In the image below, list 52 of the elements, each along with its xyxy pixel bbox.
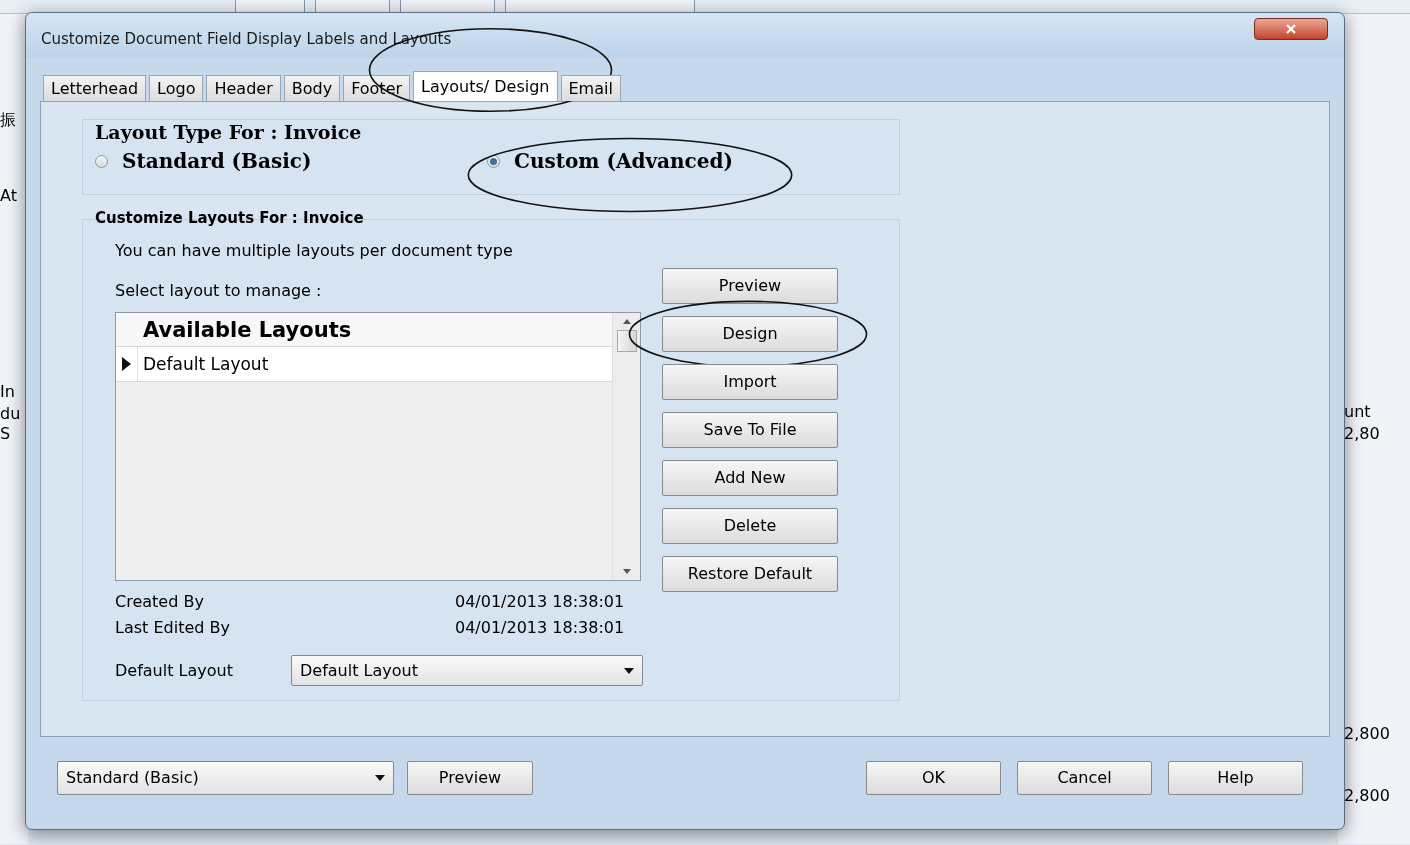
group-label: Customize Layouts For : Invoice (95, 208, 365, 228)
info-value: 04/01/2013 18:38:01 (455, 591, 625, 613)
dialog-button[interactable]: Help (1168, 761, 1303, 795)
action-button[interactable]: Save To File (662, 412, 838, 448)
background-label: 2,800 (1344, 786, 1390, 806)
action-button[interactable]: Add New (662, 460, 838, 496)
background-label: du (0, 404, 21, 424)
radio-button[interactable] (95, 154, 108, 168)
scroll-up-icon (622, 319, 631, 324)
tab[interactable]: Body (283, 75, 341, 101)
field-label: Default Layout (115, 659, 234, 682)
scroll-down-icon (622, 569, 631, 574)
radio-option[interactable]: Standard (Basic) (95, 147, 487, 175)
tab[interactable]: Logo (149, 75, 204, 101)
radio-option[interactable]: Custom (Advanced) (487, 147, 733, 175)
close-icon (1286, 24, 1296, 34)
dialog-button[interactable]: OK (866, 761, 1001, 795)
dialog-button[interactable]: Cancel (1017, 761, 1152, 795)
caret-icon (624, 667, 634, 674)
column-header: Available Layouts (142, 317, 352, 344)
list-row[interactable]: Default Layout (116, 347, 612, 382)
close-button[interactable] (1254, 18, 1328, 40)
scroll-thumb[interactable] (616, 330, 637, 352)
tab[interactable]: Header (206, 75, 281, 101)
action-button[interactable]: Preview (662, 268, 838, 304)
layout-mode-dropdown[interactable]: Standard (Basic) (57, 761, 394, 795)
action-button[interactable]: Restore Default (662, 556, 838, 592)
action-button[interactable]: Design (662, 316, 838, 352)
background-label: unt (1344, 402, 1371, 422)
group-label: Layout Type For : Invoice (95, 120, 363, 144)
info-label: Created By (115, 591, 205, 613)
scrollbar[interactable] (612, 313, 640, 580)
row-pointer-icon (122, 357, 131, 371)
action-button[interactable]: Delete (662, 508, 838, 544)
background-label: 2,800 (1344, 724, 1390, 744)
action-button[interactable]: Import (662, 364, 838, 400)
info-label: Last Edited By (115, 617, 231, 639)
tab[interactable]: Layouts/ Design (413, 71, 558, 101)
caret-icon (375, 775, 385, 781)
info-value: 04/01/2013 18:38:01 (455, 617, 625, 639)
background-label: 2,80 (1344, 424, 1380, 444)
background-label: At (0, 186, 17, 206)
background-label: 振 (0, 110, 16, 130)
list-cell-text: Default Layout (142, 353, 269, 376)
instruction-text: Select layout to manage : (115, 280, 323, 302)
tab[interactable]: Letterhead (43, 75, 147, 101)
background-label: In (0, 382, 15, 402)
preview-button[interactable]: Preview (407, 761, 533, 795)
default-layout-dropdown[interactable]: Default Layout (291, 655, 643, 686)
tab[interactable]: Email (560, 75, 621, 101)
background-label: S (0, 424, 11, 444)
instruction-text: You can have multiple layouts per document type (115, 240, 514, 262)
